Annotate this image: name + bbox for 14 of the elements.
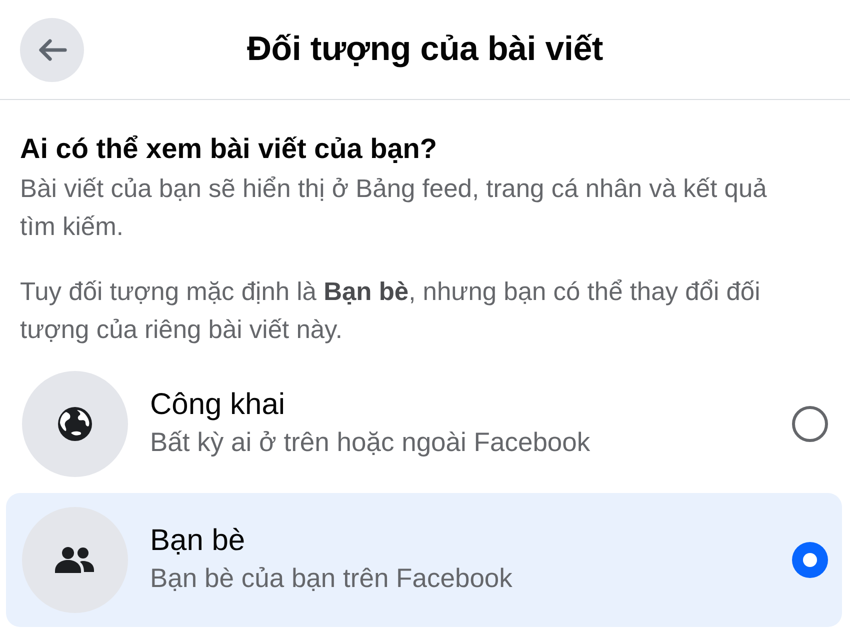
radio-button[interactable] — [792, 542, 828, 578]
description-text: Tuy đối tượng mặc định là Bạn bè, nhưng bạn có thể thay đổi đối tượng của riêng bài viết này. — [20, 277, 762, 346]
people-icon — [22, 507, 128, 613]
section-heading: Ai có thể xem bài viết của bạn? — [20, 132, 438, 166]
selected-option-row[interactable]: Bạn bè Bạn bè của bạn trên Facebook — [6, 493, 842, 627]
option-description: Bất kỳ ai ở trên hoặc ngoài Facebook — [150, 426, 592, 459]
option-title: Công khai — [150, 387, 286, 423]
option-description: Bạn bè của bạn trên Facebook — [150, 562, 514, 595]
description-text: Bài viết của bạn sẽ hiển thị ở Bảng feed, trang cá nhân và kết quả tìm kiếm. — [20, 174, 768, 243]
page-title: Đối tượng của bài viết — [246, 30, 604, 69]
back-arrow-icon — [37, 38, 67, 62]
option-title: Bạn bè — [150, 523, 246, 559]
globe-icon — [22, 371, 128, 477]
radio-button[interactable] — [792, 406, 828, 442]
